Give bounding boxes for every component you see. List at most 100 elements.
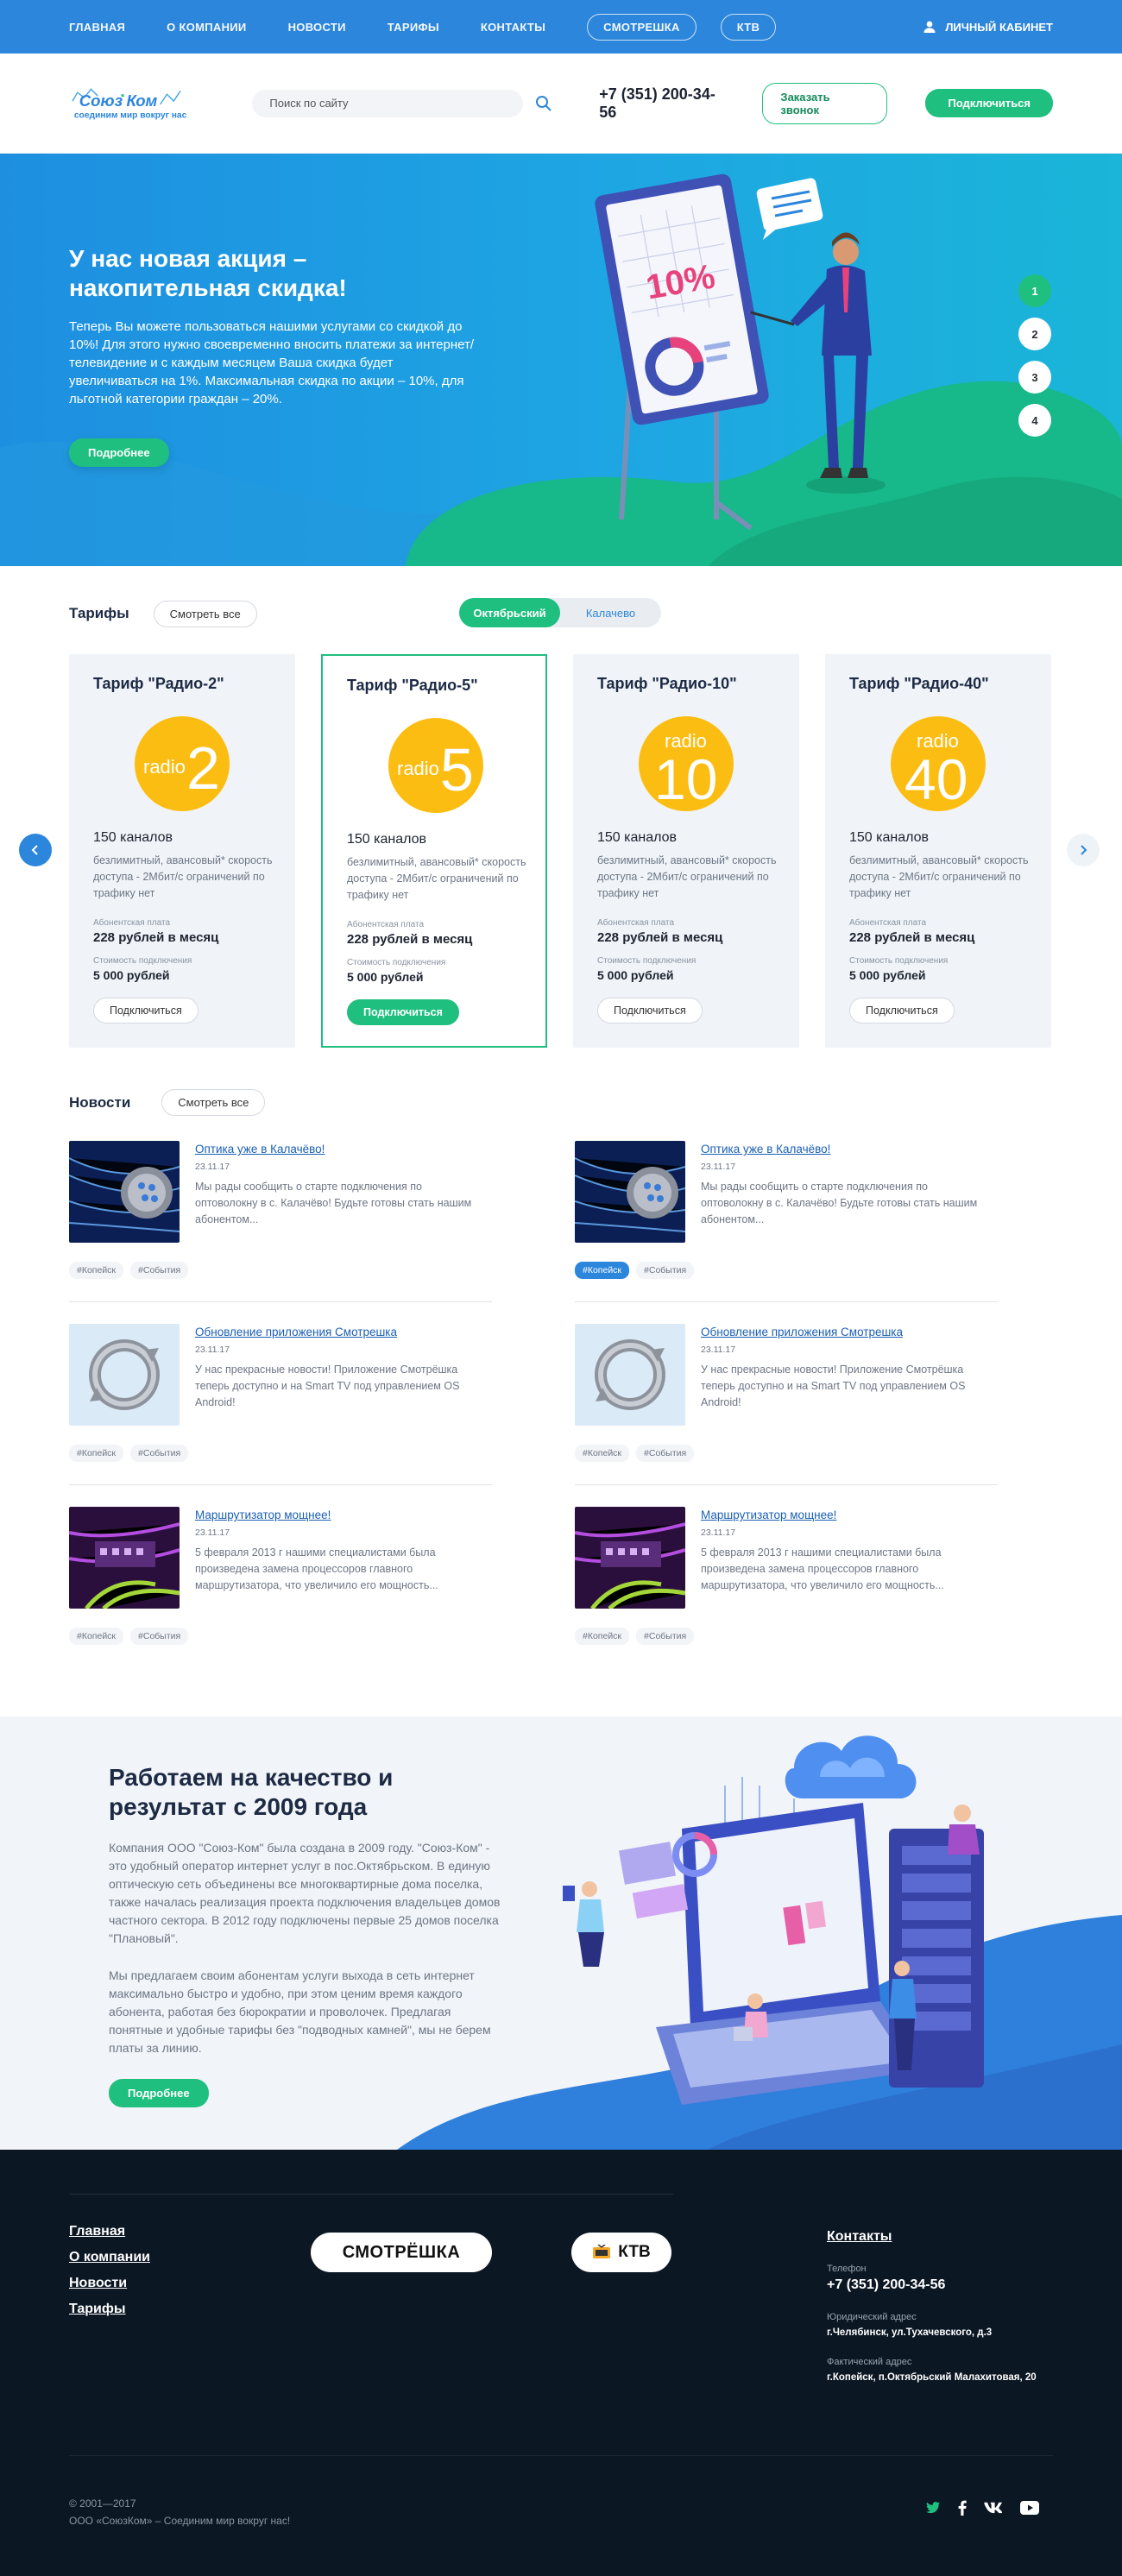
slide-dot-3[interactable]: 3 [1018,361,1051,394]
svg-text:Ком: Ком [126,91,157,109]
twitter-icon[interactable] [925,2501,941,2515]
tariff-connect-button[interactable]: Подключиться [347,999,459,1025]
header-phone[interactable]: +7 (351) 200-34-56 [599,85,729,122]
tag-kopeisk[interactable]: #Копейск [575,1262,630,1279]
news-title-link[interactable]: Маршрутизатор мощнее! [195,1508,331,1521]
fiber-optic-image[interactable] [69,1141,180,1243]
news-date: 23.11.17 [195,1162,230,1172]
tariff-description: безлимитный, авансовый* скорость доступа… [597,854,777,899]
logo[interactable]: Союз Ком соединим мир вокруг нас [69,84,205,123]
tariff-connection-price: 5 000 рублей [597,968,674,982]
tag-events[interactable]: #События [130,1445,189,1462]
tag-kopeisk[interactable]: #Копейск [69,1445,124,1462]
tariff-fee-label: Абонентская плата [597,918,675,928]
personal-cabinet-link[interactable]: ЛИЧНЫЙ КАБИНЕТ [923,20,1053,34]
search-icon[interactable] [535,95,552,112]
nav-ktv-button[interactable]: КТВ [720,13,777,41]
nav-about[interactable]: О КОМПАНИИ [167,21,246,34]
news-date: 23.11.17 [701,1162,736,1172]
order-call-button[interactable]: Заказать звонок [762,82,888,124]
tariff-connect-button[interactable]: Подключиться [597,998,703,1023]
tariff-card-selected: Тариф "Радио-5" radio 5 150 каналов безли… [321,654,547,1048]
nav-smotreshka-button[interactable]: СМОТРЕШКА [587,13,697,41]
news-title-link[interactable]: Обновление приложения Смотрешка [701,1326,903,1338]
search-input[interactable] [269,97,477,110]
news-item: Оптика уже в Калачёво! 23.11.17 Мы рады … [69,1141,492,1305]
news-see-all-button[interactable]: Смотреть все [161,1089,266,1116]
tag-events[interactable]: #События [130,1262,189,1279]
news-title-link[interactable]: Оптика уже в Калачёво! [195,1143,325,1156]
tag-events[interactable]: #События [636,1262,695,1279]
about-more-button[interactable]: Подробнее [109,2079,209,2107]
nav-news[interactable]: НОВОСТИ [288,21,346,34]
news-title-link[interactable]: Оптика уже в Калачёво! [701,1143,830,1156]
smotreshka-logo-button[interactable]: СМОТРЁШКА [311,2233,492,2272]
ktv-logo-button[interactable]: КТВ [571,2233,671,2272]
fiber-optic-image[interactable] [575,1141,685,1243]
news-tags: #Копейск #События [575,1445,695,1462]
nav-tariffs[interactable]: ТАРИФЫ [388,21,439,34]
tariff-fee-label: Абонентская плата [93,918,171,928]
chevron-left-icon [31,845,38,855]
news-excerpt: 5 февраля 2013 г нашими специалистами бы… [701,1546,944,1591]
news-title-link[interactable]: Обновление приложения Смотрешка [195,1326,397,1338]
presenter-illustration: 10% [595,173,886,531]
app-update-image[interactable] [575,1324,685,1426]
location-oktyabrsky-tab[interactable]: Октябрьский [459,598,560,627]
news-title-link[interactable]: Маршрутизатор мощнее! [701,1508,836,1521]
hero-more-button[interactable]: Подробнее [69,438,169,467]
tag-kopeisk[interactable]: #Копейск [69,1628,124,1645]
news-item: Обновление приложения Смотрешка 23.11.17… [575,1324,998,1488]
tariff-name: Тариф "Радио-5" [347,677,478,694]
footer-link-tariffs[interactable]: Тарифы [69,2302,150,2317]
tariff-connect-button[interactable]: Подключиться [849,998,955,1023]
router-image[interactable] [69,1507,180,1609]
footer-link-news[interactable]: Новости [69,2276,150,2291]
router-image[interactable] [575,1507,685,1609]
footer-link-about[interactable]: О компании [69,2250,150,2265]
tariff-connection-price: 5 000 рублей [849,968,926,982]
tv-icon [593,2245,611,2258]
app-update-image[interactable] [69,1324,180,1426]
svg-text:соединим мир вокруг нас: соединим мир вокруг нас [74,110,187,120]
tariffs-next-button[interactable] [1067,834,1100,866]
tariffs-prev-button[interactable] [19,834,52,866]
copyright-company: ООО «СоюзКом» – Соединим мир вокруг нас! [69,2515,291,2527]
tariff-fee: 228 рублей в месяц [347,932,473,947]
youtube-icon[interactable] [1020,2501,1039,2515]
about-title: Работаем на качество и результат с 2009 … [109,1764,394,1820]
contacts-title[interactable]: Контакты [827,2229,1068,2245]
news-divider [69,1301,492,1302]
tariffs-see-all-button[interactable]: Смотреть все [153,600,257,627]
footer-phone[interactable]: +7 (351) 200-34-56 [827,2277,1068,2293]
location-kalachevo-tab[interactable]: Калачево [560,598,661,627]
footer-link-home[interactable]: Главная [69,2224,150,2239]
slide-dot-2[interactable]: 2 [1018,318,1051,350]
actual-address-label: Фактический адрес [827,2357,912,2367]
news-tags: #Копейск #События [575,1628,695,1645]
personal-cabinet-label: ЛИЧНЫЙ КАБИНЕТ [945,20,1053,34]
tariff-connection-label: Стоимость подключения [849,956,949,966]
nav-home[interactable]: ГЛАВНАЯ [69,21,125,34]
tariff-name: Тариф "Радио-10" [597,675,737,692]
nav-contacts[interactable]: КОНТАКТЫ [481,21,545,34]
tag-events[interactable]: #События [130,1628,189,1645]
connect-button[interactable]: Подключиться [925,89,1053,117]
svg-text:2: 2 [186,734,220,802]
header: Союз Ком соединим мир вокруг нас +7 (351… [0,54,1122,154]
tariff-cards: Тариф "Радио-2" radio 2 150 каналов безли… [69,654,1053,1048]
slide-dot-4[interactable]: 4 [1018,404,1051,437]
news-item: Обновление приложения Смотрешка 23.11.17… [69,1324,492,1488]
tariff-connect-button[interactable]: Подключиться [93,998,199,1023]
tag-kopeisk[interactable]: #Копейск [575,1445,630,1462]
slide-dot-1[interactable]: 1 [1018,274,1051,307]
footer: Главная О компании Новости Тарифы СМОТРЁ… [0,2150,1122,2576]
tag-kopeisk[interactable]: #Копейск [575,1628,630,1645]
vk-icon[interactable] [984,2502,1003,2514]
tariff-card: Тариф "Радио-2" radio 2 150 каналов безли… [69,654,295,1048]
facebook-icon[interactable] [958,2500,967,2516]
tag-kopeisk[interactable]: #Копейск [69,1262,124,1279]
tag-events[interactable]: #События [636,1628,695,1645]
tariff-description: безлимитный, авансовый* скорость доступа… [347,856,526,901]
tag-events[interactable]: #События [636,1445,695,1462]
